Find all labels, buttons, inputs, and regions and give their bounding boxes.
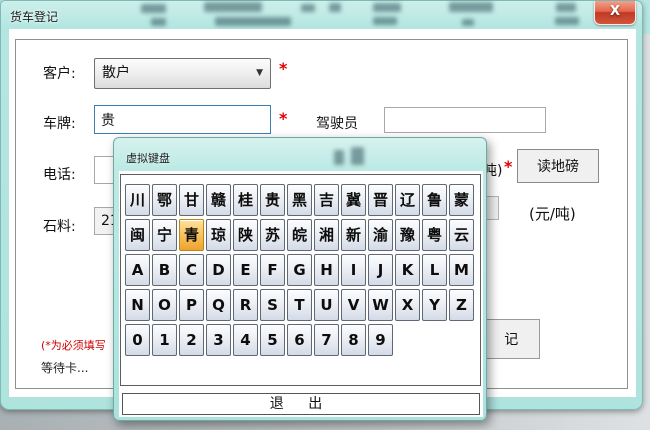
keyboard-key-3[interactable]: 3 (206, 324, 231, 356)
keyboard-key-X[interactable]: X (395, 289, 420, 321)
phone-label: 电话: (43, 164, 76, 184)
keyboard-key-M[interactable]: M (449, 254, 474, 286)
keyboard-title: 虚拟键盘 (126, 150, 170, 166)
plate-label: 车牌: (43, 113, 76, 133)
keyboard-key-D[interactable]: D (206, 254, 231, 286)
keyboard-key-0[interactable]: 0 (125, 324, 150, 356)
keyboard-key-Y[interactable]: Y (422, 289, 447, 321)
customer-dropdown[interactable]: 散户 ▼ (94, 58, 271, 89)
keyboard-key-晋[interactable]: 晋 (368, 184, 393, 216)
keyboard-key-闽[interactable]: 闽 (125, 219, 150, 251)
keyboard-key-蒙[interactable]: 蒙 (449, 184, 474, 216)
customer-value: 散户 (102, 65, 130, 81)
keyboard-key-湘[interactable]: 湘 (314, 219, 339, 251)
keyboard-key-7[interactable]: 7 (314, 324, 339, 356)
stone-label: 石料: (43, 216, 76, 236)
keyboard-key-H[interactable]: H (314, 254, 339, 286)
keyboard-key-P[interactable]: P (179, 289, 204, 321)
keyboard-body: 川鄂甘赣桂贵黑吉冀晋辽鲁蒙闽宁青琼陕苏皖湘新渝豫粤云 ABCDEFGHIJKLM N… (119, 171, 483, 417)
keyboard-key-桂[interactable]: 桂 (233, 184, 258, 216)
keyboard-key-A[interactable]: A (125, 254, 150, 286)
close-button[interactable]: X (594, 1, 636, 25)
keyboard-key-C[interactable]: C (179, 254, 204, 286)
close-icon: X (610, 4, 620, 19)
driver-input[interactable] (384, 107, 546, 133)
keyboard-key-V[interactable]: V (341, 289, 366, 321)
keyboard-key-B[interactable]: B (152, 254, 177, 286)
keyboard-key-S[interactable]: S (260, 289, 285, 321)
main-titlebar[interactable]: 货车登记 X (1, 1, 642, 29)
chevron-down-icon: ▼ (256, 59, 263, 88)
keyboard-key-青[interactable]: 青 (179, 219, 204, 251)
keyboard-key-Z[interactable]: Z (449, 289, 474, 321)
keyboard-key-G[interactable]: G (287, 254, 312, 286)
keyboard-key-K[interactable]: K (395, 254, 420, 286)
keyboard-key-O[interactable]: O (152, 289, 177, 321)
keyboard-key-黑[interactable]: 黑 (287, 184, 312, 216)
required-note: (*为必须填写 (41, 337, 106, 353)
keyboard-key-陕[interactable]: 陕 (233, 219, 258, 251)
keyboard-key-9[interactable]: 9 (368, 324, 393, 356)
keyboard-key-鄂[interactable]: 鄂 (152, 184, 177, 216)
keyboard-key-冀[interactable]: 冀 (341, 184, 366, 216)
keyboard-key-R[interactable]: R (233, 289, 258, 321)
keyboard-exit-button[interactable]: 退 出 (122, 393, 480, 415)
weight-required-mark: * (504, 157, 512, 176)
keyboard-key-panel: 川鄂甘赣桂贵黑吉冀晋辽鲁蒙闽宁青琼陕苏皖湘新渝豫粤云 ABCDEFGHIJKLM N… (120, 174, 481, 386)
read-scale-button[interactable]: 读地磅 (517, 149, 599, 183)
keyboard-key-5[interactable]: 5 (260, 324, 285, 356)
customer-label: 客户: (43, 63, 76, 83)
keyboard-key-鲁[interactable]: 鲁 (422, 184, 447, 216)
keyboard-key-W[interactable]: W (368, 289, 393, 321)
keyboard-key-渝[interactable]: 渝 (368, 219, 393, 251)
keyboard-key-甘[interactable]: 甘 (179, 184, 204, 216)
keyboard-key-4[interactable]: 4 (233, 324, 258, 356)
keyboard-key-贵[interactable]: 贵 (260, 184, 285, 216)
virtual-keyboard-dialog: 虚拟键盘 川鄂甘赣桂贵黑吉冀晋辽鲁蒙闽宁青琼陕苏皖湘新渝豫粤云 ABCDEFGHI… (113, 137, 487, 421)
plate-input[interactable] (94, 105, 271, 134)
keyboard-key-吉[interactable]: 吉 (314, 184, 339, 216)
keyboard-key-2[interactable]: 2 (179, 324, 204, 356)
keyboard-key-云[interactable]: 云 (449, 219, 474, 251)
keyboard-key-6[interactable]: 6 (287, 324, 312, 356)
window-title: 货车登记 (10, 8, 58, 25)
keyboard-key-苏[interactable]: 苏 (260, 219, 285, 251)
keyboard-key-川[interactable]: 川 (125, 184, 150, 216)
keyboard-key-辽[interactable]: 辽 (395, 184, 420, 216)
keyboard-key-F[interactable]: F (260, 254, 285, 286)
keyboard-key-Q[interactable]: Q (206, 289, 231, 321)
keyboard-key-8[interactable]: 8 (341, 324, 366, 356)
keyboard-key-I[interactable]: I (341, 254, 366, 286)
keyboard-key-宁[interactable]: 宁 (152, 219, 177, 251)
plate-required-mark: * (279, 109, 287, 128)
keyboard-key-E[interactable]: E (233, 254, 258, 286)
keyboard-key-U[interactable]: U (314, 289, 339, 321)
keyboard-key-J[interactable]: J (368, 254, 393, 286)
keyboard-key-赣[interactable]: 赣 (206, 184, 231, 216)
keyboard-key-粤[interactable]: 粤 (422, 219, 447, 251)
keyboard-key-豫[interactable]: 豫 (395, 219, 420, 251)
customer-required-mark: * (279, 59, 287, 78)
keyboard-key-L[interactable]: L (422, 254, 447, 286)
price-unit-label: (元/吨) (529, 203, 576, 224)
keyboard-key-N[interactable]: N (125, 289, 150, 321)
waiting-card-status: 等待卡... (41, 359, 88, 376)
driver-label: 驾驶员 (316, 113, 358, 133)
keyboard-key-1[interactable]: 1 (152, 324, 177, 356)
keyboard-key-T[interactable]: T (287, 289, 312, 321)
keyboard-key-皖[interactable]: 皖 (287, 219, 312, 251)
keyboard-key-琼[interactable]: 琼 (206, 219, 231, 251)
keyboard-key-新[interactable]: 新 (341, 219, 366, 251)
